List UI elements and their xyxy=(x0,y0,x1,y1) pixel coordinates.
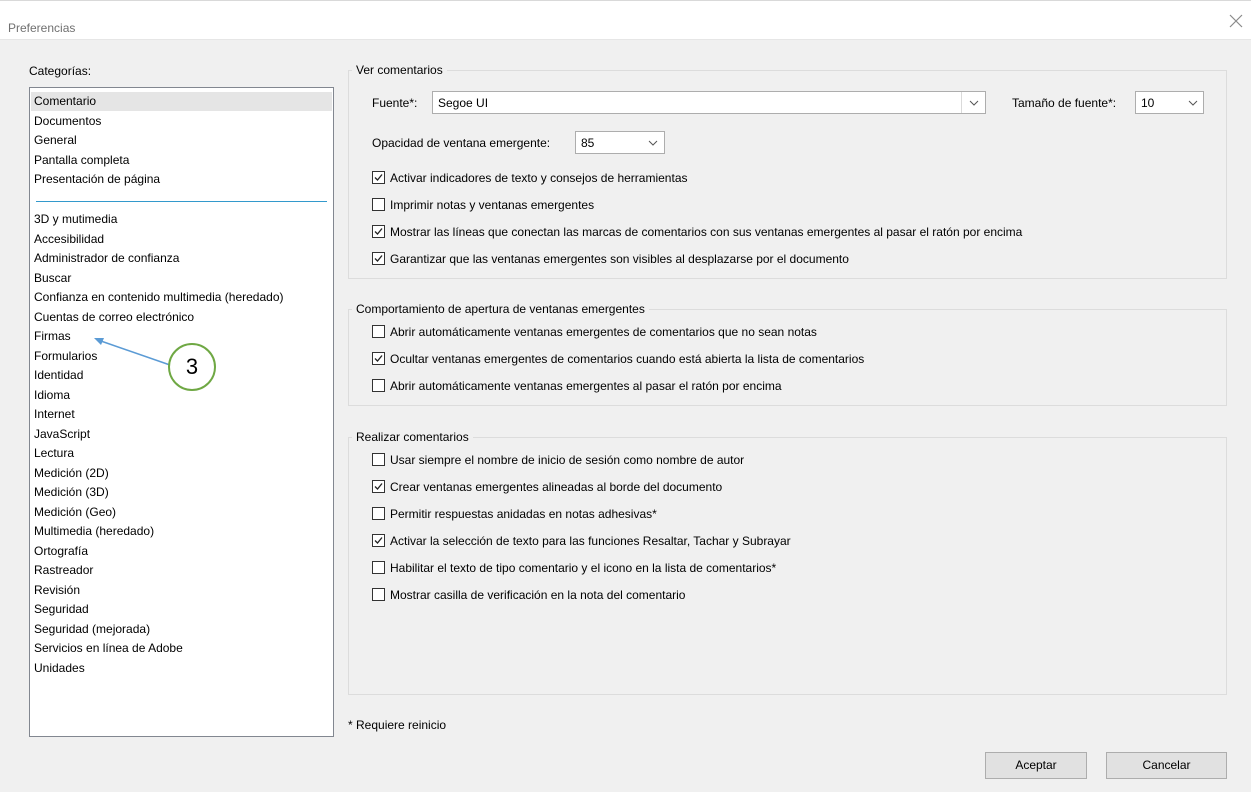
checkbox-label: Crear ventanas emergentes alineadas al b… xyxy=(390,480,723,494)
category-item[interactable]: Servicios en línea de Adobe xyxy=(34,639,183,658)
checkbox-checked[interactable] xyxy=(372,352,385,365)
checkbox-label: Habilitar el texto de tipo comentario y … xyxy=(390,561,777,575)
font-select[interactable]: Segoe UI xyxy=(432,91,986,114)
cancel-button[interactable]: Cancelar xyxy=(1106,752,1227,779)
category-item[interactable]: Firmas xyxy=(34,327,71,346)
opacity-select[interactable]: 85 xyxy=(575,131,665,154)
category-item[interactable]: Identidad xyxy=(34,366,83,385)
group-comportamiento-title: Comportamiento de apertura de ventanas e… xyxy=(352,302,649,316)
accept-button[interactable]: Aceptar xyxy=(985,752,1087,779)
close-icon[interactable] xyxy=(1229,14,1243,28)
category-item[interactable]: Ortografía xyxy=(34,542,88,561)
category-item[interactable]: Internet xyxy=(34,405,75,424)
category-item[interactable]: Medición (2D) xyxy=(34,464,109,483)
checkbox-unchecked[interactable] xyxy=(372,507,385,520)
categories-separator xyxy=(36,201,327,202)
checkbox-unchecked[interactable] xyxy=(372,453,385,466)
checkbox-label: Abrir automáticamente ventanas emergente… xyxy=(390,379,782,393)
font-select-divider xyxy=(961,92,962,113)
category-item[interactable]: Lectura xyxy=(34,444,74,463)
font-size-select[interactable]: 10 xyxy=(1135,91,1204,114)
restart-note: * Requiere reinicio xyxy=(348,718,447,732)
category-item[interactable]: Documentos xyxy=(34,112,101,131)
checkbox-checked[interactable] xyxy=(372,534,385,547)
checkbox-label: Mostrar las líneas que conectan las marc… xyxy=(390,225,1023,239)
checkbox-label: Activar indicadores de texto y consejos … xyxy=(390,171,688,185)
category-item[interactable]: Medición (Geo) xyxy=(34,503,116,522)
title-bar: Preferencias xyxy=(0,0,1251,40)
category-item[interactable]: Multimedia (heredado) xyxy=(34,522,154,541)
checkbox-unchecked[interactable] xyxy=(372,325,385,338)
checkbox-label: Activar la selección de texto para las f… xyxy=(390,534,791,548)
annotation-number: 3 xyxy=(185,354,199,379)
checkbox-label: Mostrar casilla de verificación en la no… xyxy=(390,588,686,602)
annotation-arrow xyxy=(94,338,171,366)
category-item[interactable]: Accesibilidad xyxy=(34,230,104,249)
chevron-down-icon xyxy=(1188,100,1198,106)
checkbox-unchecked[interactable] xyxy=(372,561,385,574)
checkbox-label: Permitir respuestas anidadas en notas ad… xyxy=(390,507,657,521)
window-title: Preferencias xyxy=(8,21,76,35)
checkbox-unchecked[interactable] xyxy=(372,588,385,601)
checkbox-label: Usar siempre el nombre de inicio de sesi… xyxy=(390,453,745,467)
category-item[interactable]: Revisión xyxy=(34,581,80,600)
category-item[interactable]: Buscar xyxy=(34,269,71,288)
category-item[interactable]: JavaScript xyxy=(34,425,90,444)
checkbox-checked[interactable] xyxy=(372,171,385,184)
checkbox-label: Imprimir notas y ventanas emergentes xyxy=(390,198,595,212)
group-ver-comentarios-title: Ver comentarios xyxy=(352,63,447,77)
font-size-label: Tamaño de fuente*: xyxy=(1012,96,1117,110)
category-item[interactable]: Medición (3D) xyxy=(34,483,109,502)
chevron-down-icon xyxy=(969,100,979,106)
font-size-value: 10 xyxy=(1141,96,1155,110)
categories-list[interactable]: Comentario Documentos General Pantalla comp… xyxy=(29,87,334,737)
category-item[interactable]: Comentario xyxy=(31,92,332,111)
category-item[interactable]: Rastreador xyxy=(34,561,93,580)
chevron-down-icon xyxy=(648,140,658,146)
opacity-label: Opacidad de ventana emergente: xyxy=(372,136,551,150)
font-label: Fuente*: xyxy=(372,96,418,110)
category-item[interactable]: Unidades xyxy=(34,659,85,678)
category-item[interactable]: Idioma xyxy=(34,386,70,405)
categories-label: Categorías: xyxy=(29,64,92,78)
checkbox-checked[interactable] xyxy=(372,480,385,493)
checkbox-label: Garantizar que las ventanas emergentes s… xyxy=(390,252,849,266)
checkbox-checked[interactable] xyxy=(372,252,385,265)
checkbox-label: Abrir automáticamente ventanas emergente… xyxy=(390,325,817,339)
category-item[interactable]: Administrador de confianza xyxy=(34,249,179,268)
annotation-callout: 3 xyxy=(168,343,216,391)
checkbox-label: Ocultar ventanas emergentes de comentari… xyxy=(390,352,865,366)
category-item[interactable]: Seguridad (mejorada) xyxy=(34,620,150,639)
opacity-value: 85 xyxy=(581,136,595,150)
category-item[interactable]: Confianza en contenido multimedia (hered… xyxy=(34,288,284,307)
group-realizar-comentarios-title: Realizar comentarios xyxy=(352,430,473,444)
checkbox-unchecked[interactable] xyxy=(372,379,385,392)
category-item[interactable]: Cuentas de correo electrónico xyxy=(34,308,194,327)
category-item[interactable]: 3D y mutimedia xyxy=(34,210,117,229)
category-item[interactable]: Presentación de página xyxy=(34,170,160,189)
font-select-value: Segoe UI xyxy=(438,96,489,110)
category-item[interactable]: Seguridad xyxy=(34,600,89,619)
category-item[interactable]: Pantalla completa xyxy=(34,151,129,170)
category-item[interactable]: General xyxy=(34,131,77,150)
category-item[interactable]: Formularios xyxy=(34,347,97,366)
checkbox-checked[interactable] xyxy=(372,225,385,238)
checkbox-unchecked[interactable] xyxy=(372,198,385,211)
